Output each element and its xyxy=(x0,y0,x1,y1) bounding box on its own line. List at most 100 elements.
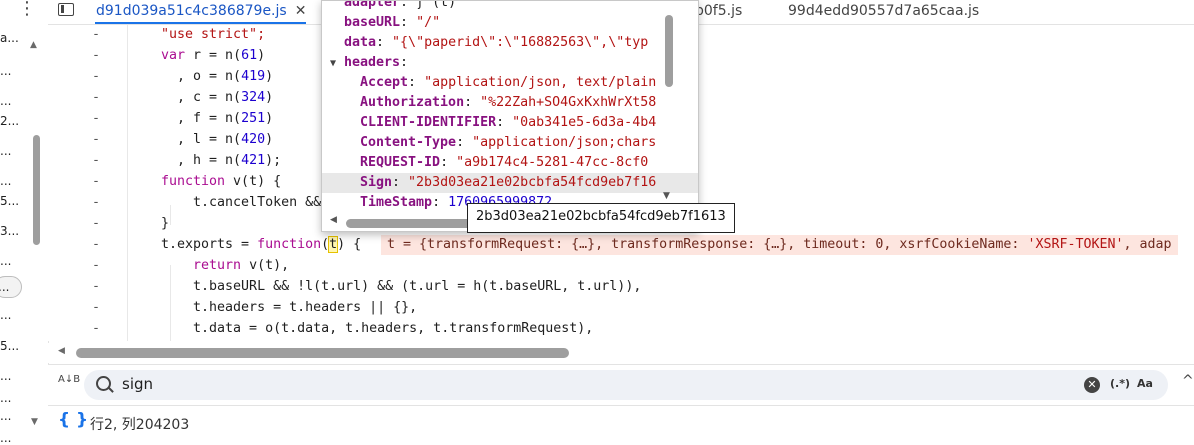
tab-active-file[interactable]: d91d039a51c4c386879e.js ✕ xyxy=(95,0,307,24)
navigator-scrollbar-thumb[interactable] xyxy=(33,135,40,245)
code-token: , h = n( xyxy=(161,153,242,168)
navigator-item[interactable]: a... xyxy=(0,31,28,45)
navigator-item[interactable]: ... xyxy=(0,431,28,445)
navigator-item[interactable]: ... xyxy=(0,409,28,423)
popover-scroll-left-icon[interactable]: ◀ xyxy=(330,215,337,225)
separator: : xyxy=(400,0,417,10)
property-row[interactable]: REQUEST-ID: "a9b174c4-5281-47cc-8cf0 xyxy=(322,153,698,173)
close-icon[interactable]: ✕ xyxy=(295,3,307,19)
property-key: CLIENT-IDENTIFIER xyxy=(360,115,497,130)
code-token: function xyxy=(257,237,322,252)
line-gutter-marker: - xyxy=(92,153,101,168)
property-row[interactable]: Authorization: "%22Zah+SO4GxKxhWrXt58 xyxy=(322,93,698,113)
regex-toggle-button[interactable]: (.*) xyxy=(1110,377,1130,390)
line-gutter-marker: - xyxy=(92,132,101,147)
replace-toggle-button[interactable]: A↓B xyxy=(58,375,80,385)
navigator-item[interactable]: ... xyxy=(0,144,28,158)
toggle-navigator-icon[interactable] xyxy=(58,3,74,16)
property-row[interactable]: Accept: "application/json, text/plain xyxy=(322,73,698,93)
expand-triangle-icon[interactable]: ▼ xyxy=(330,54,344,73)
separator: : xyxy=(440,155,457,170)
inline-value-preview[interactable]: t = {transformRequest: {…}, transformRes… xyxy=(381,235,1178,255)
separator: : xyxy=(464,95,481,110)
separator: : xyxy=(400,55,417,70)
navigator-item[interactable]: ... xyxy=(0,94,28,108)
pretty-print-button[interactable]: { } xyxy=(58,410,88,430)
property-key: Sign xyxy=(360,175,393,190)
code-text: var r = n(61) xyxy=(161,46,265,66)
code-text: function v(t) { xyxy=(161,172,281,192)
code-token: ) xyxy=(257,48,266,63)
navigator-item[interactable]: 5... xyxy=(0,339,28,353)
cursor-position: 行2, 列204203 xyxy=(90,417,190,433)
line-gutter-marker: - xyxy=(92,237,101,252)
line-gutter-marker: - xyxy=(92,216,101,231)
code-token: t.baseURL && !l(t.url) && (t.url = h(t.b… xyxy=(161,279,642,294)
navigator-item[interactable]: ... xyxy=(0,369,28,383)
navigator-scroll-up-icon[interactable]: ▲ xyxy=(30,40,37,50)
property-value: "2b3d03ea21e02bcbfa54fcd9eb7f16 xyxy=(408,175,657,190)
property-key: REQUEST-ID xyxy=(360,155,441,170)
object-inspector-popover[interactable]: adapter: ƒ (t) baseURL: "/" data: "{\"pape… xyxy=(321,0,699,232)
code-token: var xyxy=(161,48,186,63)
code-token: t.headers = t.headers || {}, xyxy=(161,300,418,315)
property-row[interactable]: data: "{\"paperid\":\"16882563\",\"typ xyxy=(322,33,675,53)
navigator-item[interactable]: ... xyxy=(0,391,28,405)
match-case-button[interactable]: Aa xyxy=(1137,377,1153,390)
property-row[interactable]: Content-Type: "application/json;chars xyxy=(322,133,698,153)
code-token: ) xyxy=(265,69,274,84)
code-text: , f = n(251) xyxy=(161,109,273,129)
navigator-item[interactable]: ... xyxy=(0,254,28,268)
property-key: Content-Type xyxy=(360,135,457,150)
chevron-up-icon[interactable]: ^ xyxy=(1182,373,1194,389)
code-token: ) xyxy=(265,132,274,147)
popover-scroll-down-icon[interactable]: ▼ xyxy=(663,191,670,201)
code-token: t.exports = xyxy=(161,237,258,252)
line-gutter-marker: - xyxy=(92,174,101,189)
line-gutter-marker: - xyxy=(92,321,101,336)
navigator-item[interactable]: 3... xyxy=(0,224,28,238)
navigator-item[interactable]: ... xyxy=(0,64,28,78)
code-token: ( xyxy=(321,237,330,252)
line-gutter-marker: - xyxy=(92,48,101,63)
editor-horizontal-scrollbar[interactable]: ◀ xyxy=(48,343,1194,363)
navigator-selected-item[interactable]: ... xyxy=(0,276,22,298)
navigator-item[interactable]: ... xyxy=(0,174,28,188)
property-key: data xyxy=(344,35,377,50)
horizontal-scrollbar-thumb[interactable] xyxy=(76,348,569,358)
code-text: } xyxy=(161,214,169,234)
code-text: t.cancelToken && xyxy=(161,193,321,213)
tab-file[interactable]: b0f5.js xyxy=(695,0,742,24)
navigator-item[interactable]: ... xyxy=(0,308,28,322)
more-options-icon[interactable]: ⋮ xyxy=(18,0,36,19)
line-gutter-marker: - xyxy=(92,27,101,42)
line-gutter-marker: - xyxy=(92,69,101,84)
line-gutter-marker: - xyxy=(92,195,101,210)
preview-string: 'XSRF-TOKEN' xyxy=(1027,237,1124,252)
search-input[interactable]: sign xyxy=(122,375,153,393)
code-token: function xyxy=(161,174,226,189)
scroll-left-icon[interactable]: ◀ xyxy=(58,346,65,356)
property-value: "/" xyxy=(416,15,441,30)
tab-label: d91d039a51c4c386879e.js xyxy=(96,3,287,19)
property-row[interactable]: CLIENT-IDENTIFIER: "0ab341e5-6d3a-4b4 xyxy=(322,113,698,133)
navigator-item[interactable]: 2... xyxy=(0,114,28,128)
clear-search-icon[interactable]: ✕ xyxy=(1084,377,1100,393)
search-field[interactable]: sign ✕ (.*) Aa xyxy=(84,370,1168,400)
highlighted-param[interactable]: t xyxy=(328,236,339,253)
property-value: "0ab341e5-6d3a-4b4 xyxy=(512,115,657,130)
property-value: "%22Zah+SO4GxKxhWrXt58 xyxy=(480,95,657,110)
navigator-item[interactable]: 5... xyxy=(0,194,28,208)
popover-vertical-scrollbar-thumb[interactable] xyxy=(665,15,673,87)
property-row[interactable]: Sign: "2b3d03ea21e02bcbfa54fcd9eb7f16 xyxy=(322,173,698,193)
line-gutter-marker: - xyxy=(92,258,101,273)
code-text: , h = n(421); xyxy=(161,151,281,171)
property-value: "{\"paperid\":\"16882563\",\"typ xyxy=(392,35,649,50)
property-row[interactable]: baseURL: "/" xyxy=(322,13,675,33)
property-row[interactable]: adapter: ƒ (t) xyxy=(322,0,675,13)
code-text: t.data = o(t.data, t.headers, t.transfor… xyxy=(161,319,593,339)
code-text: "use strict"; xyxy=(161,25,265,45)
tab-file[interactable]: 99d4edd90557d7a65caa.js xyxy=(788,0,979,24)
property-row[interactable]: ▼ headers: xyxy=(322,53,675,73)
navigator-scroll-down-icon[interactable]: ▼ xyxy=(31,417,38,427)
